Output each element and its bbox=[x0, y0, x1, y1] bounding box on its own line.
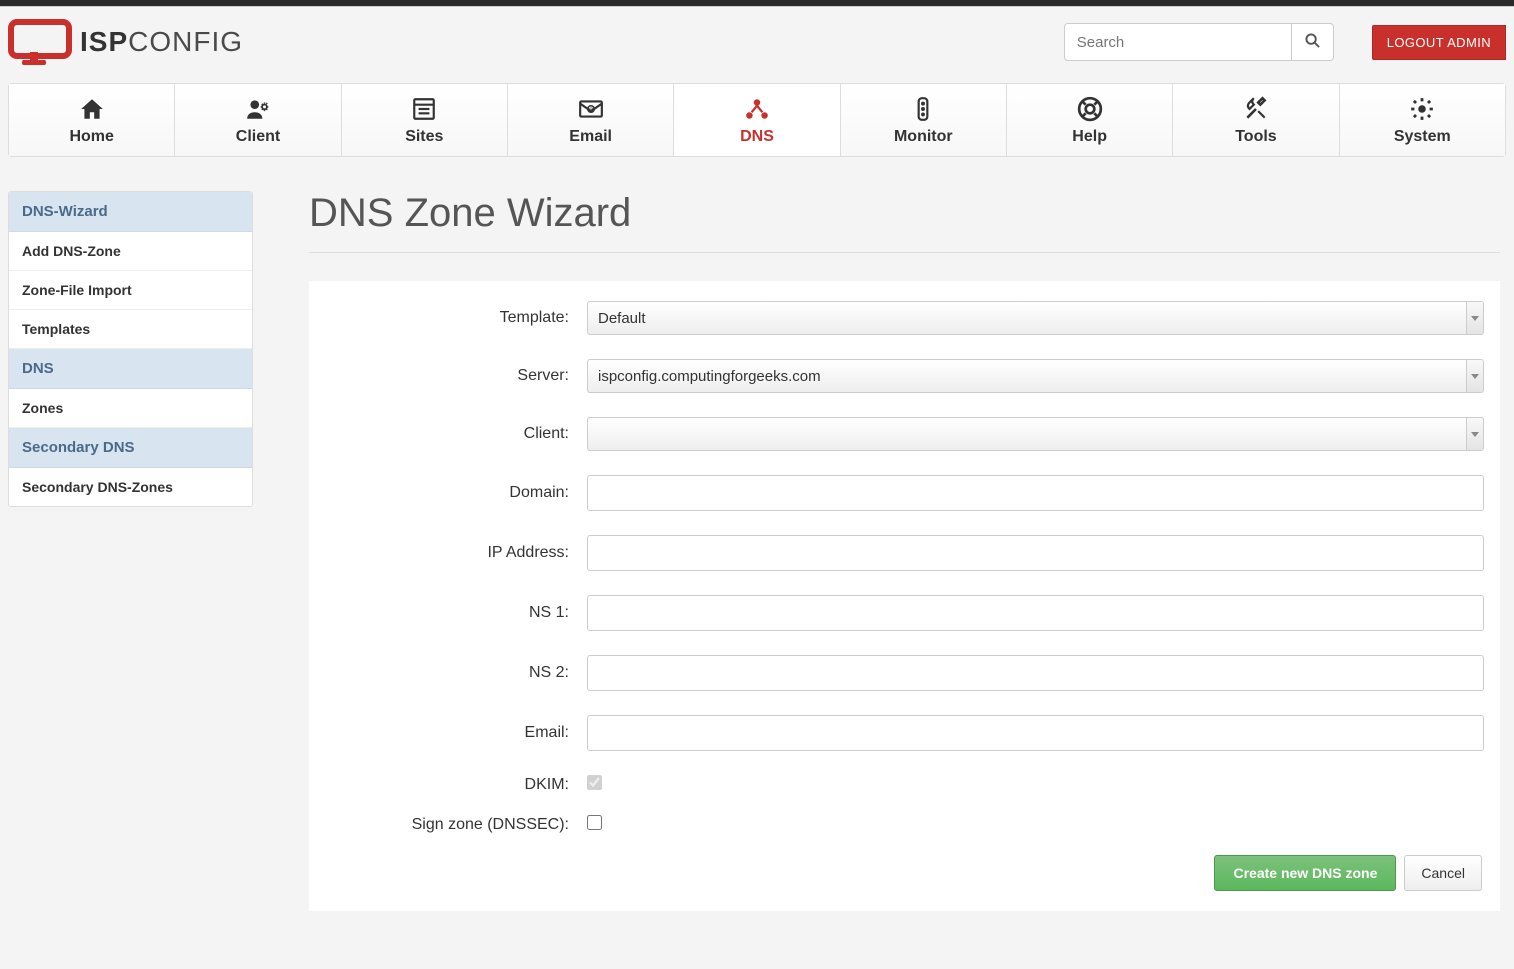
template-select-value: Default bbox=[587, 301, 1466, 335]
chevron-down-icon bbox=[1466, 301, 1484, 335]
form-card: Template: Default Server: ispconfig.comp… bbox=[309, 281, 1500, 911]
nav-home[interactable]: Home bbox=[9, 84, 175, 156]
create-dns-zone-button[interactable]: Create new DNS zone bbox=[1214, 855, 1396, 891]
nav-label: System bbox=[1340, 128, 1505, 146]
template-label: Template: bbox=[309, 309, 587, 327]
search-button[interactable] bbox=[1292, 23, 1334, 61]
dnssec-label: Sign zone (DNSSEC): bbox=[309, 816, 587, 834]
search-icon bbox=[1305, 33, 1320, 51]
logo-icon bbox=[8, 19, 72, 65]
nav-dns[interactable]: DNS bbox=[674, 84, 840, 156]
server-label: Server: bbox=[309, 367, 587, 385]
nav-email[interactable]: @ Email bbox=[508, 84, 674, 156]
svg-text:@: @ bbox=[588, 108, 594, 114]
nav-label: Email bbox=[508, 128, 673, 146]
monitor-icon bbox=[841, 96, 1006, 122]
form-actions: Create new DNS zone Cancel bbox=[309, 855, 1484, 891]
logo-text: ISPCONFIG bbox=[80, 26, 243, 58]
nav-system[interactable]: System bbox=[1340, 84, 1505, 156]
sidebar-item-add-dns-zone[interactable]: Add DNS-Zone bbox=[9, 232, 252, 271]
nav-label: Sites bbox=[342, 128, 507, 146]
home-icon bbox=[9, 96, 174, 122]
divider bbox=[309, 252, 1500, 253]
search-input[interactable] bbox=[1064, 23, 1292, 61]
ns1-label: NS 1: bbox=[309, 604, 587, 622]
ip-label: IP Address: bbox=[309, 544, 587, 562]
nav-label: Help bbox=[1007, 128, 1172, 146]
client-select-value bbox=[587, 417, 1466, 451]
server-select[interactable]: ispconfig.computingforgeeks.com bbox=[587, 359, 1484, 393]
dns-icon bbox=[674, 96, 839, 122]
nav-monitor[interactable]: Monitor bbox=[841, 84, 1007, 156]
domain-label: Domain: bbox=[309, 484, 587, 502]
chevron-down-icon bbox=[1466, 417, 1484, 451]
chevron-down-icon bbox=[1466, 359, 1484, 393]
content: DNS Zone Wizard Template: Default Server… bbox=[309, 191, 1514, 911]
nav-label: DNS bbox=[674, 128, 839, 146]
email-label: Email: bbox=[309, 724, 587, 742]
client-icon bbox=[175, 96, 340, 122]
ip-input[interactable] bbox=[587, 535, 1484, 571]
logout-button[interactable]: LOGOUT ADMIN bbox=[1372, 25, 1506, 60]
client-label: Client: bbox=[309, 425, 587, 443]
ns2-input[interactable] bbox=[587, 655, 1484, 691]
ns1-input[interactable] bbox=[587, 595, 1484, 631]
search bbox=[1064, 23, 1334, 61]
page-title: DNS Zone Wizard bbox=[309, 191, 1500, 236]
nav-tools[interactable]: Tools bbox=[1173, 84, 1339, 156]
main-nav: Home Client Sites @ Email DNS Monitor He… bbox=[8, 83, 1506, 157]
domain-input[interactable] bbox=[587, 475, 1484, 511]
client-select[interactable] bbox=[587, 417, 1484, 451]
server-select-value: ispconfig.computingforgeeks.com bbox=[587, 359, 1466, 393]
ns2-label: NS 2: bbox=[309, 664, 587, 682]
nav-sites[interactable]: Sites bbox=[342, 84, 508, 156]
email-icon: @ bbox=[508, 96, 673, 122]
sidebar-item-secondary-dns-zones[interactable]: Secondary DNS-Zones bbox=[9, 468, 252, 506]
email-input[interactable] bbox=[587, 715, 1484, 751]
system-icon bbox=[1340, 96, 1505, 122]
sidebar-item-zones[interactable]: Zones bbox=[9, 389, 252, 428]
sidebar-header-dns: DNS bbox=[9, 349, 252, 389]
cancel-button[interactable]: Cancel bbox=[1404, 855, 1482, 891]
nav-help[interactable]: Help bbox=[1007, 84, 1173, 156]
nav-label: Monitor bbox=[841, 128, 1006, 146]
sites-icon bbox=[342, 96, 507, 122]
sidebar-item-templates[interactable]: Templates bbox=[9, 310, 252, 349]
help-icon bbox=[1007, 96, 1172, 122]
sidebar-item-zone-file-import[interactable]: Zone-File Import bbox=[9, 271, 252, 310]
logo: ISPCONFIG bbox=[8, 19, 243, 65]
nav-label: Client bbox=[175, 128, 340, 146]
template-select[interactable]: Default bbox=[587, 301, 1484, 335]
header: ISPCONFIG LOGOUT ADMIN bbox=[0, 7, 1514, 83]
nav-label: Tools bbox=[1173, 128, 1338, 146]
tools-icon bbox=[1173, 96, 1338, 122]
dkim-label: DKIM: bbox=[309, 776, 587, 794]
nav-label: Home bbox=[9, 128, 174, 146]
window-topbar bbox=[0, 0, 1514, 7]
dkim-checkbox[interactable] bbox=[587, 775, 602, 790]
sidebar: DNS-Wizard Add DNS-Zone Zone-File Import… bbox=[8, 191, 253, 507]
sidebar-header-dns-wizard: DNS-Wizard bbox=[9, 192, 252, 232]
sidebar-header-secondary-dns: Secondary DNS bbox=[9, 428, 252, 468]
nav-client[interactable]: Client bbox=[175, 84, 341, 156]
dnssec-checkbox[interactable] bbox=[587, 815, 602, 830]
